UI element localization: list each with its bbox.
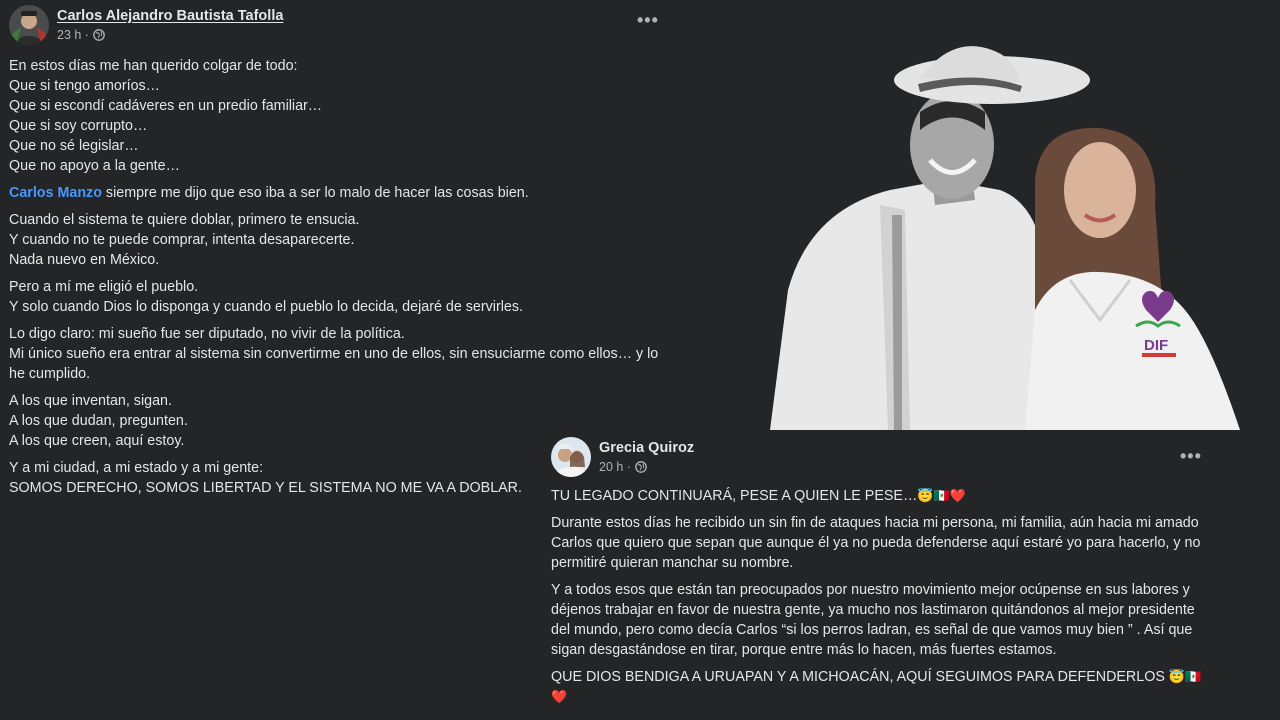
more-options-icon[interactable]: ••• <box>637 10 659 31</box>
globe-icon <box>93 29 105 41</box>
paragraph-1: En estos días me han querido colgar de t… <box>9 58 323 174</box>
globe-icon <box>635 461 647 473</box>
post-photo[interactable]: DIF <box>770 40 1260 430</box>
emoji-group-icon: 😇🇲🇽❤️ <box>917 488 966 503</box>
post-meta: 23 h · <box>57 28 105 42</box>
author-name[interactable]: Carlos Alejandro Bautista Tafolla <box>57 8 283 24</box>
post-grecia: Grecia Quiroz 20 h · ••• TU LEGADO CONTI… <box>538 430 1280 720</box>
paragraph-4: Pero a mí me eligió el pueblo. Y solo cu… <box>9 279 523 315</box>
paragraph-3: Cuando el sistema te quiere doblar, prim… <box>9 212 360 268</box>
closing: QUE DIOS BENDIGA A URUAPAN Y A MICHOACÁN… <box>551 669 1202 704</box>
avatar[interactable] <box>9 5 49 45</box>
post-time[interactable]: 20 h · <box>599 460 631 474</box>
more-options-icon[interactable]: ••• <box>1180 446 1202 467</box>
svg-text:DIF: DIF <box>1144 337 1168 354</box>
paragraph-1: Durante estos días he recibido un sin fi… <box>551 515 1201 571</box>
post-body: TU LEGADO CONTINUARÁ, PESE A QUIEN LE PE… <box>551 486 1211 714</box>
paragraph-5: Lo digo claro: mi sueño fue ser diputado… <box>9 326 659 382</box>
avatar[interactable] <box>551 437 591 477</box>
post-meta: 20 h · <box>599 460 647 474</box>
author-name[interactable]: Grecia Quiroz <box>599 440 694 456</box>
post-time[interactable]: 23 h · <box>57 28 89 42</box>
mention-link[interactable]: Carlos Manzo <box>9 185 102 201</box>
headline: TU LEGADO CONTINUARÁ, PESE A QUIEN LE PE… <box>551 488 966 504</box>
paragraph-2: Carlos Manzo siempre me dijo que eso iba… <box>9 185 529 201</box>
paragraph-2: Y a todos esos que están tan preocupados… <box>551 582 1195 658</box>
